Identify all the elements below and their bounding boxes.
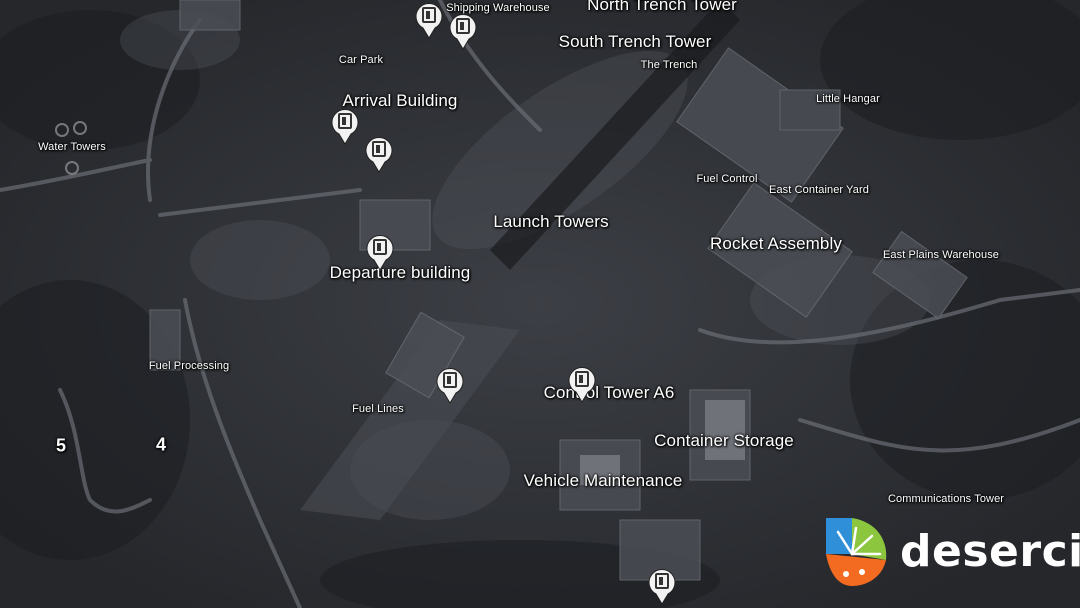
door-pin-south[interactable] xyxy=(647,567,677,605)
door-pin-shipping-1[interactable] xyxy=(414,1,444,39)
label-fuel-control: Fuel Control xyxy=(696,173,758,185)
zone-number-5: 5 xyxy=(55,435,67,456)
label-container-storage: Container Storage xyxy=(654,431,794,450)
door-icon xyxy=(436,367,464,404)
label-communications-tower: Communications Tower xyxy=(887,493,1005,505)
door-icon xyxy=(415,2,443,39)
label-north-trench-tower: North Trench Tower xyxy=(587,0,737,14)
label-departure-building: Departure building xyxy=(329,263,471,282)
door-icon xyxy=(449,13,477,50)
label-little-hangar: Little Hangar xyxy=(816,93,880,105)
door-icon xyxy=(365,136,393,173)
door-icon xyxy=(568,366,596,403)
logo-wordmark: desercik xyxy=(900,526,1080,577)
door-icon xyxy=(366,234,394,271)
label-control-tower-a6: Control Tower A6 xyxy=(543,383,675,402)
door-pin-fuel-lines[interactable] xyxy=(435,366,465,404)
label-fuel-lines: Fuel Lines xyxy=(352,403,404,415)
door-pin-shipping-2[interactable] xyxy=(448,12,478,50)
door-icon xyxy=(331,108,359,145)
door-pin-departure[interactable] xyxy=(365,233,395,271)
label-rocket-assembly: Rocket Assembly xyxy=(710,234,842,253)
label-car-park: Car Park xyxy=(338,54,384,66)
door-pin-arrival-2[interactable] xyxy=(364,135,394,173)
logo-mark-icon xyxy=(826,518,887,586)
label-fuel-processing: Fuel Processing xyxy=(148,360,230,372)
door-icon xyxy=(648,568,676,605)
label-south-trench-tower: South Trench Tower xyxy=(558,32,712,51)
brand-logo: desercik xyxy=(822,514,1080,590)
zone-number-4: 4 xyxy=(155,434,167,455)
label-vehicle-maintenance: Vehicle Maintenance xyxy=(523,471,683,490)
label-launch-towers: Launch Towers xyxy=(493,212,609,231)
label-water-towers: Water Towers xyxy=(38,141,106,153)
door-pin-control-tower[interactable] xyxy=(567,365,597,403)
door-pin-arrival-1[interactable] xyxy=(330,107,360,145)
label-east-container-yard: East Container Yard xyxy=(769,184,869,196)
label-east-plains-warehouse: East Plains Warehouse xyxy=(882,249,1000,261)
label-the-trench: The Trench xyxy=(640,59,698,71)
